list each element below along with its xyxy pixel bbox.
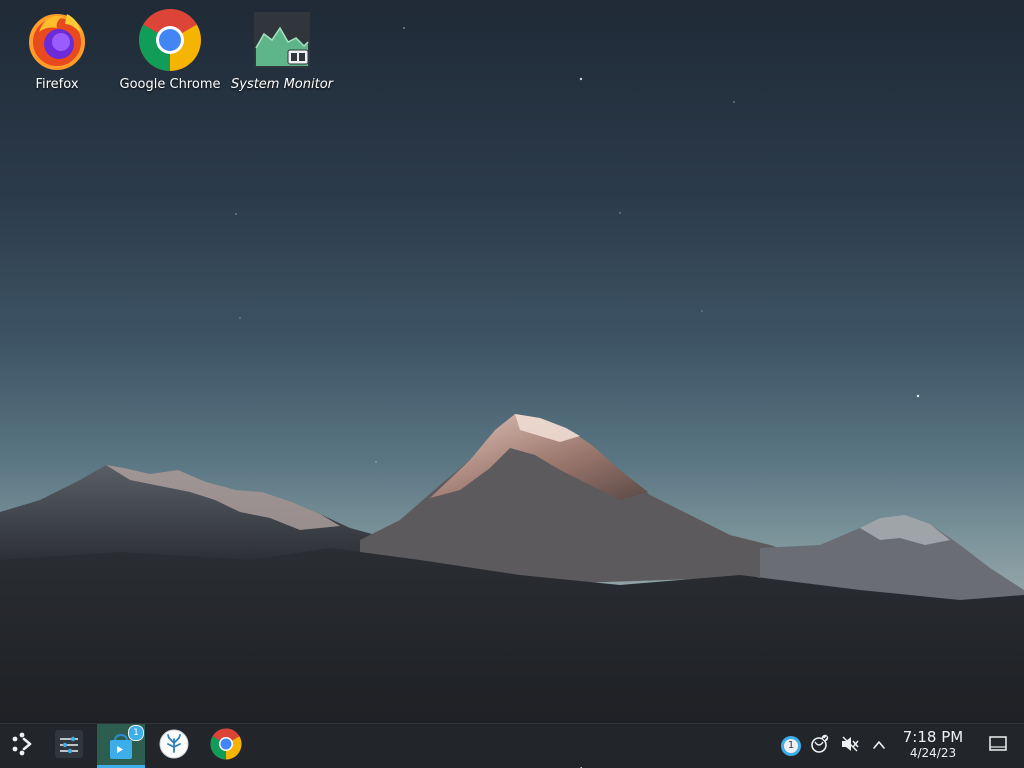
taskbar-steam[interactable] <box>151 724 197 768</box>
tray-network[interactable] <box>808 724 832 768</box>
steam-icon <box>159 729 189 763</box>
chevron-up-icon <box>872 737 886 756</box>
show-desktop-icon <box>989 736 1007 756</box>
tray-expand-button[interactable] <box>868 724 890 768</box>
updates-icon: 1 <box>780 735 802 757</box>
chrome-icon <box>210 728 242 764</box>
desktop-icon-firefox[interactable]: Firefox <box>1 8 113 92</box>
clock-date: 4/24/23 <box>909 746 957 760</box>
taskbar-panel: 1 1 7:18 PM 4/24/23 <box>0 723 1024 768</box>
wallpaper-mountains <box>0 27 1024 723</box>
network-icon <box>810 734 830 758</box>
digital-clock[interactable]: 7:18 PM 4/24/23 <box>896 728 970 760</box>
desktop-icon-system-monitor[interactable]: System Monitor <box>226 8 338 92</box>
taskbar-discover[interactable]: 1 <box>97 724 145 768</box>
tray-updates[interactable]: 1 <box>778 724 804 768</box>
desktop-icon-label: System Monitor <box>230 77 334 92</box>
clock-time: 7:18 PM <box>902 728 964 746</box>
updates-badge: 1 <box>787 740 795 751</box>
show-desktop-button[interactable] <box>984 724 1012 768</box>
desktop-icon-label: Google Chrome <box>119 77 221 92</box>
application-launcher-icon <box>9 731 35 761</box>
desktop-icon-label: Firefox <box>35 77 79 92</box>
firefox-icon <box>25 8 89 72</box>
tray-volume[interactable] <box>838 724 862 768</box>
application-launcher-button[interactable] <box>0 724 44 768</box>
chrome-icon <box>138 8 202 72</box>
mouse-pointer-icon <box>580 760 590 768</box>
taskbar-settings[interactable] <box>46 724 92 768</box>
settings-sliders-icon <box>54 729 84 763</box>
volume-muted-icon <box>840 734 860 758</box>
taskbar-chrome[interactable] <box>203 724 249 768</box>
desktop-icon-google-chrome[interactable]: Google Chrome <box>114 8 226 92</box>
discover-badge: 1 <box>128 725 144 741</box>
system-monitor-icon <box>250 8 314 72</box>
desktop[interactable]: Firefox Google Chrome System Monitor 1 1… <box>0 0 1024 768</box>
discover-store-icon: 1 <box>106 725 144 761</box>
